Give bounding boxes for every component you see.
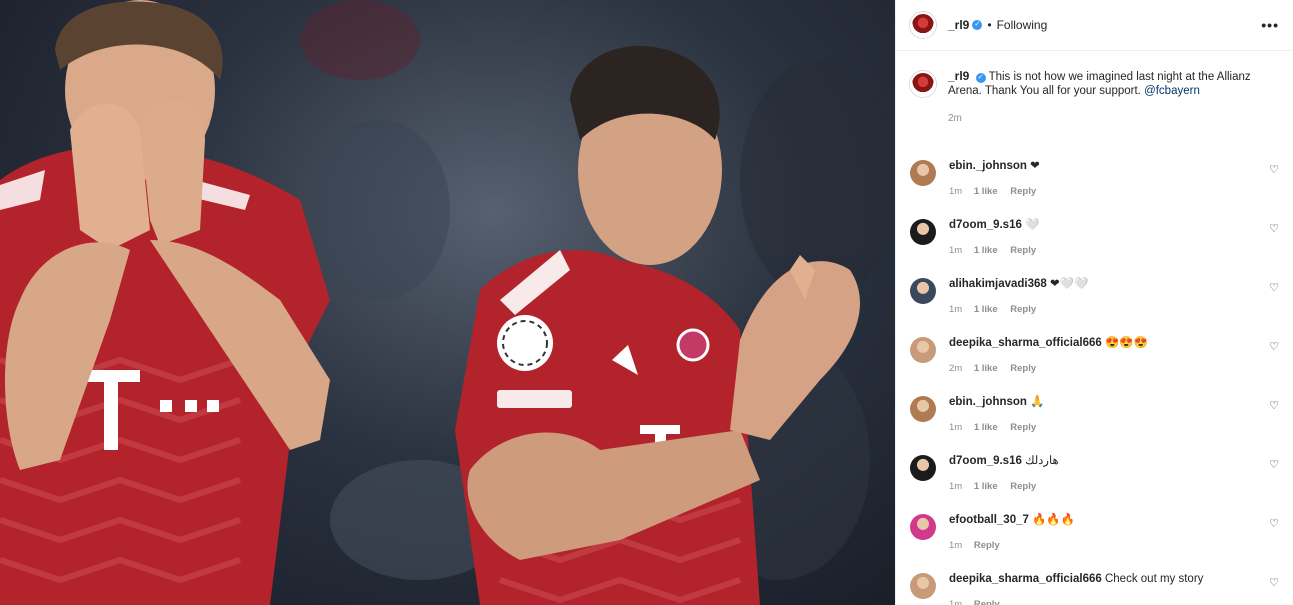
comment-text: Check out my story (1104, 573, 1204, 585)
like-heart-icon[interactable]: ♡ (1269, 576, 1279, 589)
commenter-avatar[interactable] (910, 455, 936, 481)
comment-text: 🙏 (1030, 396, 1045, 408)
caption-author-avatar[interactable] (910, 71, 936, 97)
comment-text: 🔥🔥🔥 (1032, 514, 1076, 526)
verified-badge-icon: ✓ (975, 73, 986, 83)
post-header: _rl9 ✓ • Following ••• (896, 0, 1293, 51)
comment-time: 1m (949, 422, 963, 433)
commenter-username[interactable]: deepika_sharma_official666 (949, 573, 1102, 585)
comment-text: ❤ (1030, 160, 1040, 172)
comment-meta: 1m Reply (949, 598, 1203, 605)
verified-badge-icon: ✓ (972, 20, 983, 30)
comment-time: 1m (949, 540, 963, 551)
like-heart-icon[interactable]: ♡ (1269, 340, 1279, 353)
separator-dot: • (987, 18, 992, 32)
commenter-avatar[interactable] (910, 337, 936, 363)
comment-time: 1m (949, 481, 963, 492)
comment-time: 2m (949, 363, 963, 374)
like-heart-icon[interactable]: ♡ (1269, 517, 1279, 530)
comment-meta: 1m 1 like Reply (949, 421, 1046, 435)
commenter-username[interactable]: ebin._johnson (949, 160, 1027, 172)
commenter-username[interactable]: deepika_sharma_official666 (949, 337, 1102, 349)
commenter-avatar[interactable] (910, 278, 936, 304)
comment-row: d7oom_9.s16 🤍 1m 1 like Reply ♡ (896, 218, 1293, 277)
caption-time: 2m (948, 113, 962, 124)
commenter-username[interactable]: ebin._johnson (949, 396, 1027, 408)
author-username[interactable]: _rl9 (948, 18, 969, 32)
caption-author-username[interactable]: _rl9 (948, 69, 969, 83)
reply-button[interactable]: Reply (974, 599, 1000, 605)
comment-time: 1m (949, 245, 963, 256)
comment-text: 😍😍😍 (1104, 337, 1148, 349)
comment-text: هاردلك (1025, 455, 1059, 467)
comment-row: deepika_sharma_official666 😍😍😍 2m 1 like… (896, 336, 1293, 395)
comment-likes[interactable]: 1 like (974, 363, 998, 374)
comment-row: efootball_30_7 🔥🔥🔥 1m Reply ♡ (896, 513, 1293, 572)
comment-row: alihakimjavadi368 ❤🤍🤍 1m 1 like Reply ♡ (896, 277, 1293, 336)
reply-button[interactable]: Reply (1010, 304, 1036, 315)
comment-meta: 1m 1 like Reply (949, 480, 1059, 494)
commenter-username[interactable]: d7oom_9.s16 (949, 455, 1022, 467)
post-side-panel: _rl9 ✓ • Following ••• _rl9 ✓ This is no… (895, 0, 1293, 605)
commenter-avatar[interactable] (910, 573, 936, 599)
comment-likes[interactable]: 1 like (974, 304, 998, 315)
comment-likes[interactable]: 1 like (974, 481, 998, 492)
like-heart-icon[interactable]: ♡ (1269, 163, 1279, 176)
comment-likes[interactable]: 1 like (974, 422, 998, 433)
comment-time: 1m (949, 186, 963, 197)
comment-row: ebin._johnson 🙏 1m 1 like Reply ♡ (896, 395, 1293, 454)
left-player (0, 0, 330, 605)
comment-meta: 2m 1 like Reply (949, 362, 1148, 376)
commenter-avatar[interactable] (910, 514, 936, 540)
commenter-avatar[interactable] (910, 160, 936, 186)
post-image-illustration (0, 0, 895, 605)
comment-time: 1m (949, 304, 963, 315)
comment-meta: 1m 1 like Reply (949, 303, 1088, 317)
comment-row: ebin._johnson ❤ 1m 1 like Reply ♡ (896, 159, 1293, 218)
comment-likes[interactable]: 1 like (974, 186, 998, 197)
reply-button[interactable]: Reply (1010, 481, 1036, 492)
comments-list: ebin._johnson ❤ 1m 1 like Reply ♡ d7oom_… (896, 159, 1293, 605)
comment-text: ❤🤍🤍 (1050, 278, 1089, 290)
commenter-username[interactable]: alihakimjavadi368 (949, 278, 1047, 290)
comment-likes[interactable]: 1 like (974, 245, 998, 256)
reply-button[interactable]: Reply (1010, 363, 1036, 374)
caption-mention-link[interactable]: @fcbayern (1144, 85, 1200, 97)
comment-text: 🤍 (1025, 219, 1040, 231)
post-photo[interactable] (0, 0, 895, 605)
commenter-username[interactable]: d7oom_9.s16 (949, 219, 1022, 231)
post-viewer: _rl9 ✓ • Following ••• _rl9 ✓ This is no… (0, 0, 1293, 605)
like-heart-icon[interactable]: ♡ (1269, 281, 1279, 294)
like-heart-icon[interactable]: ♡ (1269, 458, 1279, 471)
post-caption: _rl9 ✓ This is not how we imagined last … (896, 51, 1293, 159)
comment-row: deepika_sharma_official666 Check out my … (896, 572, 1293, 605)
caption-text: This is not how we imagined last night a… (948, 71, 1251, 97)
commenter-avatar[interactable] (910, 396, 936, 422)
commenter-username[interactable]: efootball_30_7 (949, 514, 1029, 526)
comment-row: d7oom_9.s16 هاردلك 1m 1 like Reply ♡ (896, 454, 1293, 513)
comment-meta: 1m Reply (949, 539, 1075, 553)
commenter-avatar[interactable] (910, 219, 936, 245)
more-options-icon[interactable]: ••• (1261, 18, 1279, 32)
reply-button[interactable]: Reply (1010, 245, 1036, 256)
author-avatar[interactable] (910, 12, 936, 38)
comment-time: 1m (949, 599, 963, 605)
following-button[interactable]: Following (997, 18, 1048, 32)
reply-button[interactable]: Reply (974, 540, 1000, 551)
reply-button[interactable]: Reply (1010, 186, 1036, 197)
reply-button[interactable]: Reply (1010, 422, 1036, 433)
comment-meta: 1m 1 like Reply (949, 185, 1046, 199)
like-heart-icon[interactable]: ♡ (1269, 399, 1279, 412)
like-heart-icon[interactable]: ♡ (1269, 222, 1279, 235)
comment-meta: 1m 1 like Reply (949, 244, 1046, 258)
